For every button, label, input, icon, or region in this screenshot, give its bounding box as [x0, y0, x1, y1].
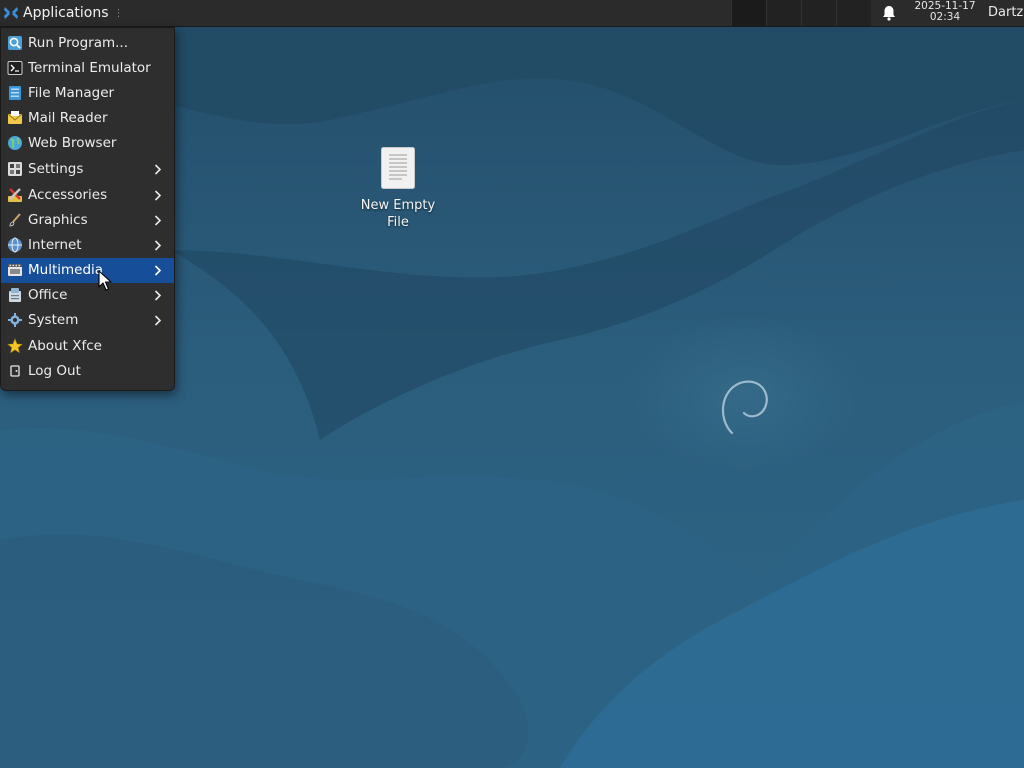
- menu-item-label: Terminal Emulator: [28, 60, 151, 76]
- chevron-right-icon: [154, 290, 162, 301]
- menu-item-label: Settings: [28, 161, 84, 177]
- panel-grip-icon: ⋮: [113, 7, 124, 19]
- applications-menu: Run Program... Terminal Emulator File Ma…: [0, 27, 175, 391]
- menu-item-file-manager[interactable]: File Manager: [1, 81, 174, 106]
- menu-item-label: File Manager: [28, 85, 115, 101]
- accessories-icon: [8, 188, 22, 202]
- menu-item-label: Log Out: [28, 363, 81, 379]
- menu-item-label: Web Browser: [28, 135, 117, 151]
- globe-icon: [8, 136, 22, 150]
- menu-item-label: Multimedia: [28, 262, 104, 278]
- desktop-icon-new-empty-file[interactable]: New Empty File: [352, 146, 444, 231]
- text-file-icon: [381, 147, 415, 189]
- menu-item-log-out[interactable]: Log Out: [1, 359, 174, 384]
- menu-item-office[interactable]: Office: [1, 283, 174, 308]
- menu-item-label: Run Program...: [28, 35, 129, 51]
- star-icon: [7, 338, 23, 354]
- workspace-4[interactable]: [836, 0, 871, 26]
- workspace-1[interactable]: [731, 0, 766, 26]
- chevron-right-icon: [154, 164, 162, 175]
- terminal-icon: [7, 61, 23, 75]
- menu-item-settings[interactable]: Settings: [1, 157, 174, 182]
- mail-icon: [7, 111, 23, 124]
- file-manager-icon: [9, 86, 21, 100]
- workspace-3[interactable]: [801, 0, 836, 26]
- menu-item-label: Graphics: [28, 212, 88, 228]
- chevron-right-icon: [154, 265, 162, 276]
- menu-item-label: Internet: [28, 237, 82, 253]
- menu-item-label: Office: [28, 287, 68, 303]
- menu-item-web-browser[interactable]: Web Browser: [1, 131, 174, 156]
- menu-item-label: Mail Reader: [28, 110, 108, 126]
- internet-icon: [8, 237, 22, 253]
- office-icon: [9, 288, 21, 302]
- menu-item-accessories[interactable]: Accessories: [1, 183, 174, 208]
- menu-item-label: System: [28, 312, 79, 328]
- clock-time: 02:34: [929, 11, 961, 23]
- menu-item-about-xfce[interactable]: About Xfce: [1, 334, 174, 359]
- chevron-right-icon: [154, 240, 162, 251]
- chevron-right-icon: [154, 190, 162, 201]
- menu-item-internet[interactable]: Internet: [1, 233, 174, 258]
- user-menu[interactable]: Dartz: [988, 0, 1023, 26]
- menu-item-graphics[interactable]: Graphics: [1, 208, 174, 233]
- menu-item-label: About Xfce: [28, 338, 102, 354]
- menu-item-mail-reader[interactable]: Mail Reader: [1, 106, 174, 131]
- chevron-right-icon: [154, 215, 162, 226]
- menu-item-terminal-emulator[interactable]: Terminal Emulator: [1, 56, 174, 81]
- workspace-switcher[interactable]: [731, 0, 871, 26]
- applications-label: Applications: [23, 5, 109, 21]
- top-panel: Applications ⋮ 2025-11-17 02:34 Dartz: [0, 0, 1024, 27]
- menu-item-label: Accessories: [28, 187, 108, 203]
- menu-item-run-program[interactable]: Run Program...: [1, 31, 174, 56]
- settings-icon: [8, 162, 22, 176]
- menu-item-multimedia[interactable]: Multimedia: [1, 258, 174, 283]
- bell-icon[interactable]: [880, 4, 898, 22]
- applications-menu-button[interactable]: Applications ⋮: [0, 0, 130, 26]
- chevron-right-icon: [154, 315, 162, 326]
- gear-icon: [8, 313, 22, 327]
- film-icon: [8, 264, 22, 276]
- brush-icon: [9, 213, 21, 227]
- clock[interactable]: 2025-11-17 02:34: [906, 1, 984, 23]
- menu-item-system[interactable]: System: [1, 308, 174, 333]
- workspace-2[interactable]: [766, 0, 801, 26]
- mouse-pointer-icon: [98, 270, 112, 291]
- desktop-icon-label: New Empty File: [360, 198, 436, 230]
- debian-swirl-logo: [721, 380, 768, 435]
- xfce-logo-icon: [4, 7, 18, 19]
- logout-icon: [10, 365, 20, 377]
- search-icon: [8, 36, 22, 50]
